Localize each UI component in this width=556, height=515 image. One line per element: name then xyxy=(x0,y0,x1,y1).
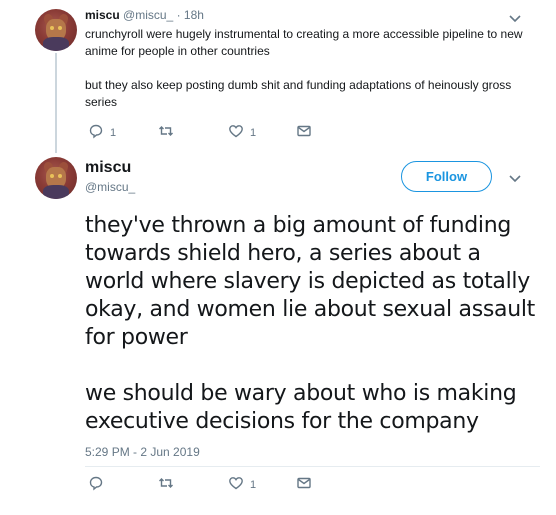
tweet-text: crunchyroll were hugely instrumental to … xyxy=(85,26,525,128)
like-count: 1 xyxy=(250,126,257,139)
reply-icon xyxy=(88,123,104,142)
tweet-paragraph: they've thrown a big amount of funding t… xyxy=(85,213,535,350)
divider xyxy=(85,466,540,467)
reply-button[interactable] xyxy=(88,475,110,494)
retweet-button[interactable] xyxy=(158,123,180,142)
avatar-eye xyxy=(58,26,62,30)
tweet-paragraph: but they also keep posting dumb shit and… xyxy=(85,78,512,109)
avatar-eye xyxy=(50,26,54,30)
reply-icon xyxy=(88,475,104,494)
tweet-date[interactable]: 5:29 PM - 2 Jun 2019 xyxy=(85,445,200,459)
avatar-eye xyxy=(50,174,54,178)
message-button[interactable] xyxy=(296,123,312,142)
like-icon xyxy=(228,123,244,142)
retweet-button[interactable] xyxy=(158,475,180,494)
separator: · xyxy=(176,8,181,22)
like-count: 1 xyxy=(250,478,257,491)
retweet-icon xyxy=(158,475,174,494)
message-icon xyxy=(296,475,312,494)
avatar-eye xyxy=(58,174,62,178)
thread-line xyxy=(55,53,57,153)
handle[interactable]: @miscu_ xyxy=(123,8,173,22)
avatar[interactable] xyxy=(35,9,77,51)
chevron-down-icon[interactable] xyxy=(508,11,522,25)
retweet-icon xyxy=(158,123,174,142)
message-button[interactable] xyxy=(296,475,312,494)
display-name[interactable]: miscu xyxy=(85,159,131,177)
display-name[interactable]: miscu xyxy=(85,8,120,22)
like-button[interactable]: 1 xyxy=(228,475,256,494)
avatar-hat xyxy=(43,37,69,51)
tweet-paragraph: crunchyroll were hugely instrumental to … xyxy=(85,27,523,58)
reply-count: 1 xyxy=(110,126,117,139)
tweet-header: miscu @miscu_ · 18h xyxy=(85,8,204,22)
avatar-hat xyxy=(43,185,69,199)
message-icon xyxy=(296,123,312,142)
handle[interactable]: @miscu_ xyxy=(85,180,135,194)
reply-button[interactable]: 1 xyxy=(88,123,116,142)
follow-button[interactable]: Follow xyxy=(401,161,492,192)
tweet-text: they've thrown a big amount of funding t… xyxy=(85,212,545,464)
avatar[interactable] xyxy=(35,157,77,199)
tweet-paragraph: we should be wary about who is making ex… xyxy=(85,381,517,434)
timestamp[interactable]: 18h xyxy=(184,8,204,22)
chevron-down-icon[interactable] xyxy=(508,171,522,185)
like-icon xyxy=(228,475,244,494)
like-button[interactable]: 1 xyxy=(228,123,256,142)
